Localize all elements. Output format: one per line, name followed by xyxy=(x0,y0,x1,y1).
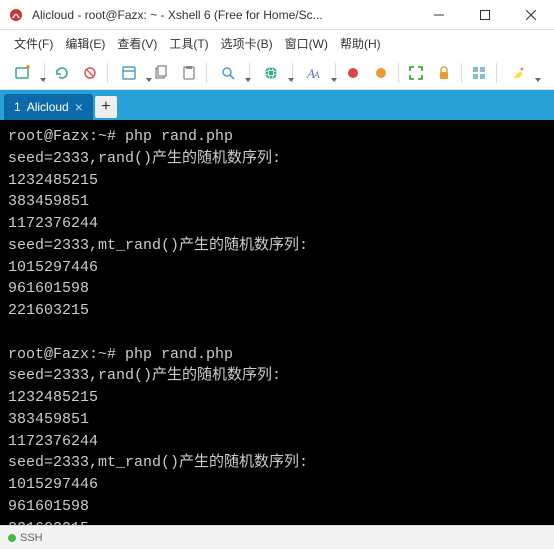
font-button[interactable]: AA xyxy=(297,60,331,86)
menu-tools[interactable]: 工具(T) xyxy=(163,32,214,55)
terminal-line: root@Fazx:~# php rand.php xyxy=(8,126,546,148)
maximize-button[interactable] xyxy=(462,0,508,30)
grid-button[interactable] xyxy=(466,60,492,86)
minimize-button[interactable] xyxy=(416,0,462,30)
status-ssh-label: SSH xyxy=(20,532,43,544)
terminal-line: 1172376244 xyxy=(8,213,546,235)
red-circle-button[interactable] xyxy=(340,60,366,86)
paste-button[interactable] xyxy=(176,60,202,86)
menu-file[interactable]: 文件(F) xyxy=(8,32,59,55)
terminal-line: 961601598 xyxy=(8,496,546,518)
svg-text:A: A xyxy=(313,70,320,80)
terminal-line: seed=2333,rand()产生的随机数序列: xyxy=(8,365,546,387)
chevron-down-icon xyxy=(535,78,541,82)
terminal-line: seed=2333,rand()产生的随机数序列: xyxy=(8,148,546,170)
copy-button[interactable] xyxy=(148,60,174,86)
highlight-button[interactable] xyxy=(501,60,535,86)
toolbar-separator xyxy=(398,63,399,83)
terminal-line: seed=2333,mt_rand()产生的随机数序列: xyxy=(8,235,546,257)
titlebar: Alicloud - root@Fazx: ~ - Xshell 6 (Free… xyxy=(0,0,554,30)
fullscreen-button[interactable] xyxy=(403,60,429,86)
menu-tabs[interactable]: 选项卡(B) xyxy=(215,32,279,55)
terminal-line: 383459851 xyxy=(8,191,546,213)
terminal-line: 383459851 xyxy=(8,409,546,431)
find-button[interactable] xyxy=(211,60,245,86)
toolbar-separator xyxy=(496,63,497,83)
terminal-line: 221603215 xyxy=(8,518,546,526)
lock-button[interactable] xyxy=(431,60,457,86)
status-ssh: SSH xyxy=(8,532,43,544)
new-session-button[interactable] xyxy=(6,60,40,86)
terminal-line: seed=2333,mt_rand()产生的随机数序列: xyxy=(8,452,546,474)
terminal-line: 1015297446 xyxy=(8,474,546,496)
chevron-down-icon xyxy=(40,78,46,82)
chevron-down-icon xyxy=(331,78,337,82)
disconnect-button[interactable] xyxy=(77,60,103,86)
properties-button[interactable] xyxy=(112,60,146,86)
app-icon xyxy=(6,5,26,25)
tab-close-button[interactable]: × xyxy=(75,100,83,114)
terminal-line: 1232485215 xyxy=(8,387,546,409)
menu-help[interactable]: 帮助(H) xyxy=(334,32,387,55)
globe-button[interactable] xyxy=(254,60,288,86)
terminal-line: 961601598 xyxy=(8,278,546,300)
terminal-line: 221603215 xyxy=(8,300,546,322)
tabbar: 1 Alicloud × + xyxy=(0,90,554,120)
terminal-line xyxy=(8,322,546,344)
reconnect-button[interactable] xyxy=(49,60,75,86)
tab-index: 1 xyxy=(14,100,21,114)
terminal-line: 1172376244 xyxy=(8,431,546,453)
chevron-down-icon xyxy=(245,78,251,82)
session-tab[interactable]: 1 Alicloud × xyxy=(4,94,93,120)
status-dot-icon xyxy=(8,534,16,542)
menu-view[interactable]: 查看(V) xyxy=(111,32,163,55)
chevron-down-icon xyxy=(288,78,294,82)
tab-label: Alicloud xyxy=(27,100,69,114)
menu-window[interactable]: 窗口(W) xyxy=(279,32,334,55)
toolbar-separator xyxy=(206,63,207,83)
orange-circle-button[interactable] xyxy=(368,60,394,86)
terminal-line: 1232485215 xyxy=(8,170,546,192)
toolbar-separator xyxy=(461,63,462,83)
close-button[interactable] xyxy=(508,0,554,30)
menu-edit[interactable]: 编辑(E) xyxy=(59,32,111,55)
new-tab-button[interactable]: + xyxy=(95,96,117,118)
toolbar-separator xyxy=(107,63,108,83)
menubar: 文件(F) 编辑(E) 查看(V) 工具(T) 选项卡(B) 窗口(W) 帮助(… xyxy=(0,30,554,56)
window-title: Alicloud - root@Fazx: ~ - Xshell 6 (Free… xyxy=(32,8,416,22)
toolbar: AA xyxy=(0,56,554,90)
statusbar: SSH xyxy=(0,525,554,549)
terminal-line: 1015297446 xyxy=(8,257,546,279)
terminal-line: root@Fazx:~# php rand.php xyxy=(8,344,546,366)
terminal[interactable]: root@Fazx:~# php rand.phpseed=2333,rand(… xyxy=(0,120,554,525)
